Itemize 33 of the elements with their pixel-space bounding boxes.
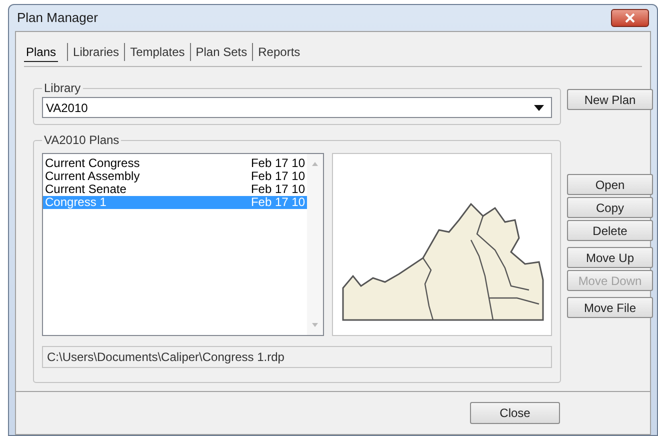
path-field: C:\Users\Documents\Caliper\Congress 1.rdp bbox=[42, 346, 552, 368]
plan-name: Current Congress bbox=[45, 157, 141, 170]
plan-date: Feb 17 10 bbox=[250, 196, 305, 209]
plan-date: Feb 17 10 bbox=[250, 170, 305, 183]
close-icon[interactable] bbox=[611, 9, 649, 27]
dialog-button[interactable]: New Plan bbox=[567, 89, 653, 110]
plan-row[interactable]: Current Senate Feb 17 10 bbox=[43, 183, 307, 196]
dialog-button[interactable]: Delete bbox=[567, 220, 653, 241]
library-dropdown[interactable]: VA2010 bbox=[42, 97, 552, 118]
scroll-down-icon[interactable] bbox=[312, 323, 318, 327]
close-button[interactable]: Close bbox=[470, 402, 560, 424]
group-label: Library bbox=[43, 80, 82, 97]
dialog-button[interactable]: Copy bbox=[567, 197, 653, 218]
plan-name: Current Senate bbox=[45, 183, 126, 196]
plan-row[interactable]: Current Assembly Feb 17 10 bbox=[43, 170, 307, 183]
plan-name: Congress 1 bbox=[45, 196, 108, 209]
tab[interactable]: Reports bbox=[256, 42, 302, 62]
tab[interactable]: Plan Sets bbox=[194, 42, 250, 62]
plan-name: Current Assembly bbox=[45, 170, 141, 183]
plan-row[interactable]: Current Congress Feb 17 10 bbox=[43, 157, 307, 170]
plan-date: Feb 17 10 bbox=[250, 157, 305, 170]
tab[interactable]: Templates bbox=[128, 42, 187, 62]
tab[interactable]: Libraries bbox=[71, 42, 122, 62]
window-title: Plan Manager bbox=[17, 9, 98, 28]
dropdown-arrow-icon bbox=[534, 104, 544, 110]
plan-date: Feb 17 10 bbox=[250, 183, 305, 196]
dialog-button[interactable]: Move Up bbox=[567, 247, 653, 268]
group-label: VA2010 Plans bbox=[43, 132, 120, 149]
tab[interactable]: Plans bbox=[24, 42, 58, 62]
scrollbar[interactable] bbox=[307, 154, 323, 335]
scroll-up-icon[interactable] bbox=[312, 162, 318, 166]
dialog-button[interactable]: Move File bbox=[567, 297, 653, 318]
dialog-button[interactable]: Open bbox=[567, 174, 653, 195]
